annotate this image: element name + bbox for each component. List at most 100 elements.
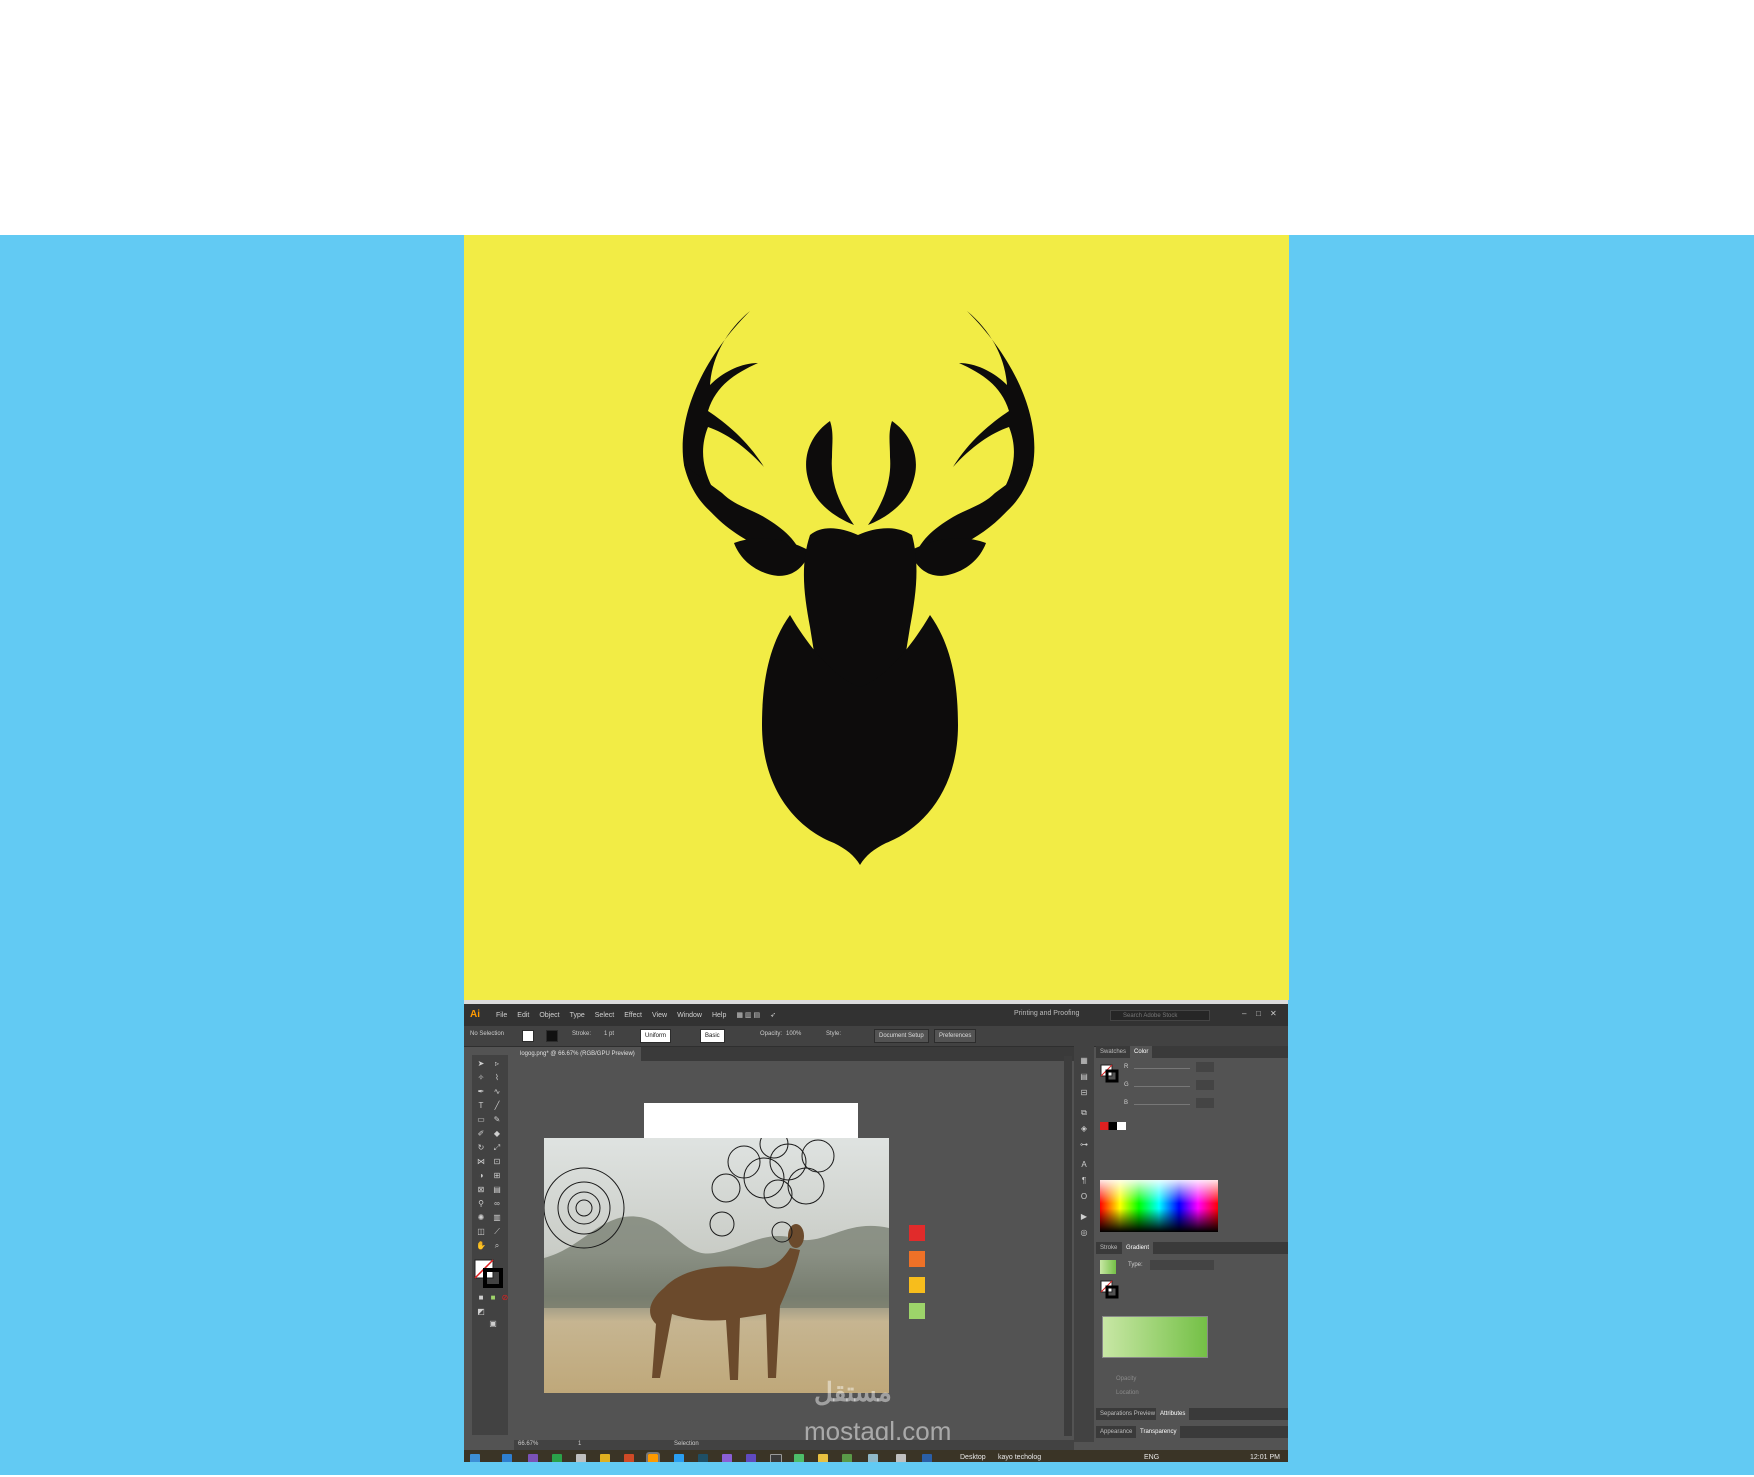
menu-effect[interactable]: Effect bbox=[624, 1012, 642, 1019]
menu-window[interactable]: Window bbox=[677, 1012, 702, 1019]
layers-icon[interactable]: ◈ bbox=[1079, 1124, 1089, 1134]
swatch-red[interactable] bbox=[909, 1225, 925, 1241]
b-slider[interactable] bbox=[1134, 1104, 1190, 1105]
excel-icon[interactable] bbox=[552, 1454, 562, 1462]
vertical-scrollbar[interactable] bbox=[1064, 1056, 1072, 1436]
media-icon[interactable] bbox=[770, 1454, 782, 1462]
powerpoint-icon[interactable] bbox=[624, 1454, 634, 1462]
tab-transparency[interactable]: Transparency bbox=[1136, 1426, 1181, 1438]
tab-gradient[interactable]: Gradient bbox=[1122, 1242, 1154, 1254]
paintbrush-icon[interactable]: ✎ bbox=[492, 1115, 502, 1125]
transform-icon[interactable]: ⧉ bbox=[1079, 1108, 1089, 1118]
free-transform-icon[interactable]: ⊡ bbox=[492, 1157, 502, 1167]
bluetooth-icon[interactable] bbox=[922, 1454, 932, 1462]
paragraph-icon[interactable]: ¶ bbox=[1079, 1176, 1089, 1186]
artboard-tool-icon[interactable]: ◫ bbox=[476, 1227, 486, 1237]
hand-tool-icon[interactable]: ✋ bbox=[476, 1241, 486, 1251]
g-value-field[interactable] bbox=[1196, 1080, 1214, 1090]
stroke-weight-field[interactable]: 1 pt bbox=[604, 1031, 614, 1037]
stroke-swatch[interactable] bbox=[546, 1030, 558, 1042]
links-icon[interactable]: ⊶ bbox=[1079, 1140, 1089, 1150]
menu-type[interactable]: Type bbox=[570, 1012, 585, 1019]
tab-color[interactable]: Color bbox=[1130, 1046, 1153, 1058]
app-icon-3[interactable] bbox=[842, 1454, 852, 1462]
artboard-number[interactable]: 1 bbox=[578, 1441, 581, 1447]
scale-tool-icon[interactable]: ⤢ bbox=[492, 1143, 502, 1153]
menu-edit[interactable]: Edit bbox=[517, 1012, 529, 1019]
swatch-yellow[interactable] bbox=[909, 1277, 925, 1293]
direct-selection-tool-icon[interactable]: ▹ bbox=[492, 1059, 502, 1069]
info-icon[interactable]: ▤ bbox=[1079, 1072, 1089, 1082]
explorer-icon[interactable] bbox=[576, 1454, 586, 1462]
minimize-icon[interactable]: – bbox=[1242, 1009, 1246, 1018]
opacity-field[interactable]: 100% bbox=[786, 1031, 801, 1037]
tab-attributes[interactable]: Attributes bbox=[1156, 1408, 1190, 1420]
rectangle-tool-icon[interactable]: ▭ bbox=[476, 1115, 486, 1125]
shaper-tool-icon[interactable]: ✐ bbox=[476, 1129, 486, 1139]
document-setup-button[interactable]: Document Setup bbox=[874, 1029, 929, 1043]
gradient-slider[interactable] bbox=[1102, 1316, 1208, 1358]
stock-search-input[interactable]: Search Adobe Stock bbox=[1110, 1010, 1210, 1021]
gradient-tool-icon[interactable]: ▤ bbox=[492, 1185, 502, 1195]
zoom-tool-icon[interactable]: ⌕ bbox=[492, 1241, 502, 1251]
tab-appearance[interactable]: Appearance bbox=[1096, 1426, 1136, 1438]
perspective-grid-icon[interactable]: ⊞ bbox=[492, 1171, 502, 1181]
document-tab[interactable]: logog.png* @ 66.67% (RGB/GPU Preview) bbox=[514, 1047, 641, 1061]
gradient-fill-stroke[interactable] bbox=[1100, 1280, 1120, 1300]
canvas-area[interactable]: مستقل mostaql.com bbox=[514, 1061, 1074, 1441]
fill-swatch[interactable] bbox=[522, 1030, 534, 1042]
tab-stroke[interactable]: Stroke bbox=[1096, 1242, 1121, 1254]
magic-wand-icon[interactable]: ✧ bbox=[476, 1073, 486, 1083]
draw-mode-icon[interactable]: ◩ bbox=[476, 1307, 486, 1317]
shape-builder-icon[interactable]: ◑ bbox=[476, 1171, 486, 1181]
gradient-mode-icon[interactable]: ■ bbox=[488, 1293, 498, 1303]
lasso-icon[interactable]: ⌇ bbox=[492, 1073, 502, 1083]
type-tool-icon[interactable]: T bbox=[476, 1101, 486, 1111]
menu-view[interactable]: View bbox=[652, 1012, 667, 1019]
clock[interactable]: 12:01 PM bbox=[1250, 1454, 1280, 1461]
brush-definition[interactable]: Basic bbox=[700, 1029, 725, 1043]
align-icon[interactable]: ⊟ bbox=[1079, 1088, 1089, 1098]
workspace-switcher[interactable]: Printing and Proofing bbox=[1014, 1010, 1079, 1017]
app-icon[interactable] bbox=[794, 1454, 804, 1462]
tab-swatches[interactable]: Swatches bbox=[1096, 1046, 1130, 1058]
after-effects-icon[interactable] bbox=[746, 1454, 756, 1462]
desktop-label[interactable]: Desktop bbox=[960, 1454, 986, 1461]
illustrator-taskbar-icon[interactable] bbox=[646, 1452, 660, 1462]
line-tool-icon[interactable]: ╱ bbox=[492, 1101, 502, 1111]
variable-width-profile[interactable]: Uniform bbox=[640, 1029, 672, 1043]
preferences-button[interactable]: Preferences bbox=[934, 1029, 977, 1043]
blend-tool-icon[interactable]: ∞ bbox=[492, 1199, 502, 1209]
tab-separations-preview[interactable]: Separations Preview bbox=[1096, 1408, 1159, 1420]
menu-object[interactable]: Object bbox=[539, 1012, 559, 1019]
app-icon-2[interactable] bbox=[818, 1454, 828, 1462]
zoom-level[interactable]: 66.67% bbox=[518, 1441, 538, 1447]
menu-select[interactable]: Select bbox=[595, 1012, 614, 1019]
b-value-field[interactable] bbox=[1196, 1098, 1214, 1108]
screen-mode-icon[interactable]: ▣ bbox=[488, 1319, 498, 1329]
arrange-documents-icon[interactable]: ▦ ▥ ▤ bbox=[736, 1011, 760, 1019]
language-indicator[interactable]: ENG bbox=[1144, 1454, 1159, 1461]
none-mode-icon[interactable]: ⊘ bbox=[500, 1293, 510, 1303]
folder-icon[interactable] bbox=[600, 1454, 610, 1462]
gradient-type-dropdown[interactable] bbox=[1150, 1260, 1214, 1270]
swatch-orange[interactable] bbox=[909, 1251, 925, 1267]
appearance-icon[interactable]: ◎ bbox=[1079, 1228, 1089, 1238]
color-spectrum[interactable] bbox=[1100, 1180, 1218, 1232]
swatch-green[interactable] bbox=[909, 1303, 925, 1319]
menu-help[interactable]: Help bbox=[712, 1012, 726, 1019]
eyedropper-icon[interactable]: ⚲ bbox=[476, 1199, 486, 1209]
fill-stroke-control[interactable] bbox=[474, 1259, 504, 1289]
gpu-performance-icon[interactable]: ➶ bbox=[770, 1011, 776, 1019]
selection-tool-icon[interactable]: ➤ bbox=[476, 1059, 486, 1069]
curvature-tool-icon[interactable]: ∿ bbox=[492, 1087, 502, 1097]
symbol-sprayer-icon[interactable]: ✺ bbox=[476, 1213, 486, 1223]
navigator-icon[interactable]: ▦ bbox=[1079, 1056, 1089, 1066]
start-icon[interactable] bbox=[470, 1454, 480, 1462]
app-icon-4[interactable] bbox=[868, 1454, 878, 1462]
actions-icon[interactable]: ▶ bbox=[1079, 1212, 1089, 1222]
slice-tool-icon[interactable]: ⟋ bbox=[492, 1227, 502, 1237]
g-slider[interactable] bbox=[1134, 1086, 1190, 1087]
column-graph-icon[interactable]: ▥ bbox=[492, 1213, 502, 1223]
pen-tool-icon[interactable]: ✒ bbox=[476, 1087, 486, 1097]
